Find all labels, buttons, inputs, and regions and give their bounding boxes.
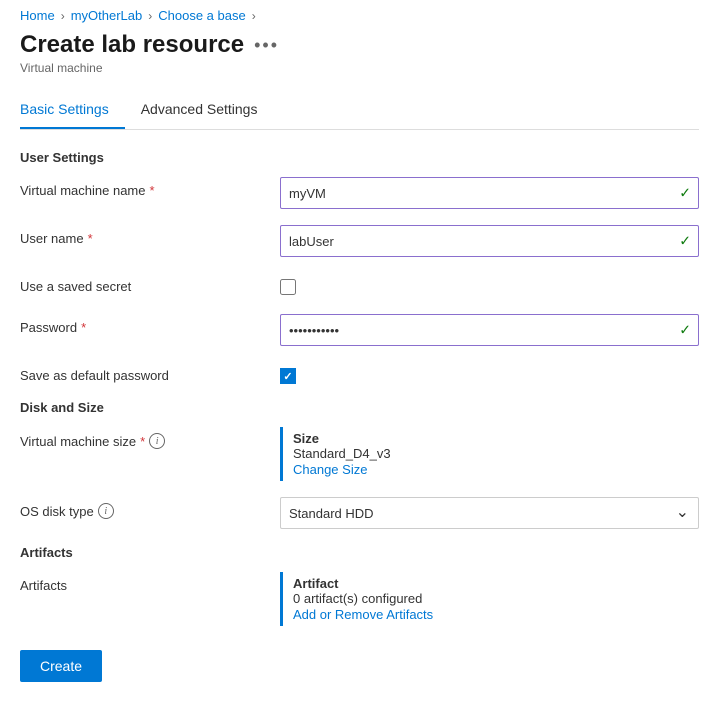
page-header: Create lab resource •••: [20, 31, 699, 59]
default-password-label: Save as default password: [20, 362, 280, 383]
user-settings-section: User Settings Virtual machine name * ✓ U…: [20, 150, 699, 384]
os-disk-type-select[interactable]: Standard HDD Standard SSD Premium SSD: [280, 497, 699, 529]
artifacts-row: Artifacts Artifact 0 artifact(s) configu…: [20, 572, 699, 626]
vm-name-required: *: [150, 183, 155, 198]
default-password-row: Save as default password: [20, 362, 699, 384]
user-name-check-icon: ✓: [679, 233, 691, 250]
vm-size-value: Standard_D4_v3: [293, 446, 699, 461]
vm-name-check-icon: ✓: [679, 185, 691, 202]
os-disk-control: Standard HDD Standard SSD Premium SSD: [280, 497, 699, 529]
page-subtitle: Virtual machine: [20, 61, 699, 75]
tab-advanced-settings[interactable]: Advanced Settings: [141, 91, 274, 129]
user-name-required: *: [88, 231, 93, 246]
tabs-container: Basic Settings Advanced Settings: [20, 91, 699, 130]
artifact-card: Artifact 0 artifact(s) configured Add or…: [280, 572, 699, 626]
breadcrumb-current[interactable]: Choose a base: [158, 8, 245, 23]
password-input[interactable]: [280, 314, 699, 346]
breadcrumb-sep-2: ›: [148, 9, 152, 23]
os-disk-row: OS disk type i Standard HDD Standard SSD…: [20, 497, 699, 529]
default-password-checkbox[interactable]: [280, 368, 296, 384]
change-size-link[interactable]: Change Size: [293, 462, 367, 477]
artifacts-section-header: Artifacts: [20, 545, 699, 560]
vm-name-input[interactable]: [280, 177, 699, 209]
tab-basic-settings[interactable]: Basic Settings: [20, 91, 125, 129]
os-disk-label: OS disk type i: [20, 497, 280, 519]
saved-secret-row: Use a saved secret: [20, 273, 699, 298]
vm-size-card: Size Standard_D4_v3 Change Size: [280, 427, 699, 481]
vm-name-input-wrapper: ✓: [280, 177, 699, 209]
artifacts-section: Artifacts Artifacts Artifact 0 artifact(…: [20, 545, 699, 626]
breadcrumb-sep-1: ›: [61, 9, 65, 23]
password-label: Password *: [20, 314, 280, 335]
actions-bar: Create: [20, 642, 699, 682]
user-name-label: User name *: [20, 225, 280, 246]
saved-secret-control: [280, 273, 699, 298]
user-name-control: ✓: [280, 225, 699, 257]
user-name-row: User name * ✓: [20, 225, 699, 257]
vm-size-info-icon[interactable]: i: [149, 433, 165, 449]
page-title: Create lab resource: [20, 31, 244, 59]
breadcrumb-sep-3: ›: [252, 9, 256, 23]
vm-size-control: Size Standard_D4_v3 Change Size: [280, 427, 699, 481]
vm-size-card-header: Size: [293, 431, 699, 446]
artifact-count: 0 artifact(s) configured: [293, 591, 699, 606]
create-button[interactable]: Create: [20, 650, 102, 682]
vm-name-label: Virtual machine name *: [20, 177, 280, 198]
add-remove-artifacts-link[interactable]: Add or Remove Artifacts: [293, 607, 433, 622]
user-name-input[interactable]: [280, 225, 699, 257]
password-check-icon: ✓: [679, 322, 691, 339]
password-input-wrapper: ✓: [280, 314, 699, 346]
breadcrumb: Home › myOtherLab › Choose a base ›: [20, 8, 699, 23]
vm-name-control: ✓: [280, 177, 699, 209]
page-container: Home › myOtherLab › Choose a base › Crea…: [0, 0, 719, 702]
os-disk-select-wrapper: Standard HDD Standard SSD Premium SSD: [280, 497, 699, 529]
password-control: ✓: [280, 314, 699, 346]
default-password-control: [280, 362, 699, 384]
os-disk-info-icon[interactable]: i: [98, 503, 114, 519]
vm-size-row: Virtual machine size * i Size Standard_D…: [20, 427, 699, 481]
saved-secret-label: Use a saved secret: [20, 273, 280, 294]
password-row: Password * ✓: [20, 314, 699, 346]
breadcrumb-home[interactable]: Home: [20, 8, 55, 23]
vm-size-required: *: [140, 434, 145, 449]
vm-size-label: Virtual machine size * i: [20, 427, 280, 449]
breadcrumb-lab[interactable]: myOtherLab: [71, 8, 143, 23]
more-options-icon[interactable]: •••: [254, 35, 279, 56]
user-settings-header: User Settings: [20, 150, 699, 165]
disk-size-header: Disk and Size: [20, 400, 699, 415]
artifacts-label: Artifacts: [20, 572, 280, 593]
saved-secret-checkbox[interactable]: [280, 279, 296, 295]
artifacts-control: Artifact 0 artifact(s) configured Add or…: [280, 572, 699, 626]
password-required: *: [81, 320, 86, 335]
user-name-input-wrapper: ✓: [280, 225, 699, 257]
disk-size-section: Disk and Size Virtual machine size * i S…: [20, 400, 699, 529]
artifact-card-header: Artifact: [293, 576, 699, 591]
vm-name-row: Virtual machine name * ✓: [20, 177, 699, 209]
